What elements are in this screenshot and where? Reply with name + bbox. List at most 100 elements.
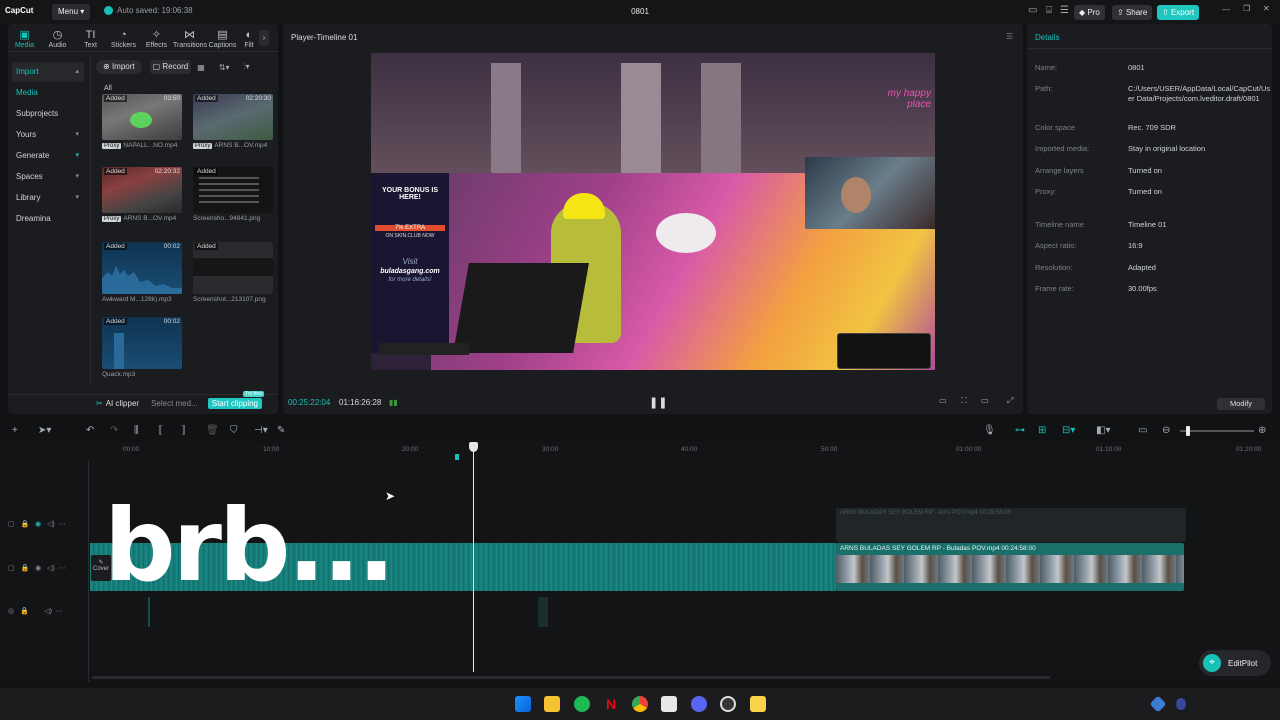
link-icon[interactable]: ⊶	[1015, 425, 1025, 436]
cursor-icon[interactable]: ➤▾	[38, 425, 51, 436]
cover-toggle-icon[interactable]: ▢	[8, 521, 15, 528]
netflix-icon[interactable]: N	[603, 696, 619, 712]
speaker-icon[interactable]: ◁)	[47, 521, 55, 528]
sort-icon[interactable]: ⇅▾	[219, 63, 230, 72]
main-clip[interactable]: ARNS BULADAS SEY GOLEM RP - Buladas POV.…	[836, 543, 1184, 591]
video-preview[interactable]: YOUR BONUS IS HERE! 7% EXTRA ON SKIN.CLU…	[371, 53, 935, 370]
obs-icon[interactable]	[720, 696, 736, 712]
split-right-icon[interactable]: ⟧	[181, 425, 186, 436]
split-left-icon[interactable]: ⟦	[158, 425, 163, 436]
sidebar-item-library[interactable]: Library ▾	[12, 188, 84, 208]
zoom-slider-handle[interactable]	[1186, 426, 1190, 436]
spotify-icon[interactable]	[574, 696, 590, 712]
delete-icon[interactable]: 🗑	[206, 425, 219, 436]
magic-icon[interactable]: ✎	[277, 425, 285, 436]
menu-icon[interactable]: ☰	[1006, 32, 1013, 41]
filter-icon[interactable]: ⫶▾	[243, 62, 249, 72]
lock-icon[interactable]: 🔒	[20, 608, 29, 615]
snap-icon[interactable]: ⊞	[1038, 425, 1046, 436]
tray-shield-icon[interactable]	[1176, 698, 1186, 710]
minimize-icon[interactable]: —	[1222, 5, 1230, 14]
chrome-icon[interactable]	[632, 696, 648, 712]
tab-media[interactable]: ▣ Media	[8, 27, 41, 49]
ratio-icon[interactable]: ▭	[981, 396, 989, 405]
ai-clipper-label[interactable]: AI clipper	[106, 399, 139, 408]
speaker-icon[interactable]: ◁)	[44, 608, 52, 615]
layout-icon[interactable]: ◧▾	[1096, 425, 1110, 436]
tab-transitions[interactable]: ⋈ Transitions	[173, 27, 207, 49]
tab-text[interactable]: TI Text	[74, 27, 107, 49]
shortcut-icon[interactable]: ⌸	[1046, 5, 1052, 16]
tab-stickers[interactable]: ◔ Stickers	[107, 27, 140, 49]
audio-clip[interactable]	[538, 597, 548, 627]
share-button[interactable]: ⇪ Share	[1112, 5, 1153, 20]
close-icon[interactable]: ✕	[1263, 4, 1270, 13]
chevron-right-icon[interactable]: ›	[259, 29, 269, 46]
start-clipping-button[interactable]: Start clipping Try free	[207, 391, 264, 409]
playhead[interactable]	[469, 442, 478, 672]
media-item[interactable]: Added 00:02 Awkward M...128k).mp3	[102, 242, 182, 303]
sidebar-item-spaces[interactable]: Spaces ▾	[12, 167, 84, 187]
eye-icon[interactable]: ◉	[35, 565, 41, 572]
sticky-notes-icon[interactable]	[750, 696, 766, 712]
redo-icon[interactable]: ↷	[110, 425, 118, 436]
windows-start-icon[interactable]	[515, 696, 531, 712]
sidebar-item-generate[interactable]: Generate ▾	[12, 146, 84, 166]
media-item[interactable]: Added 02:20:32 Proxy ARNS B...OV.mp4	[102, 167, 182, 225]
import-button[interactable]: ⊕ Import	[96, 60, 142, 74]
zoom-out-icon[interactable]: ⊖	[1162, 425, 1170, 436]
zoom-slider[interactable]	[1180, 426, 1254, 436]
more-icon[interactable]: ⋯	[59, 521, 66, 528]
grid-view-icon[interactable]: ▦	[197, 63, 205, 72]
layout-icon[interactable]: ▭	[1028, 5, 1037, 16]
speaker-icon[interactable]: ◁)	[47, 565, 55, 572]
time-ruler[interactable]: 00:00 10:00 20:00 30:00 40:00 50:00 01:0…	[90, 442, 1280, 458]
tray-app-icon[interactable]	[1149, 695, 1167, 713]
quality-icon[interactable]: ▭	[939, 396, 947, 405]
split-icon[interactable]: ⫼	[134, 425, 139, 436]
pause-icon[interactable]: ❚❚	[649, 396, 667, 409]
export-button[interactable]: ⇧ Export	[1157, 5, 1200, 20]
marker-icon[interactable]	[455, 454, 459, 460]
crop-icon[interactable]: ⛶	[961, 396, 967, 406]
sidebar-item-dreamina[interactable]: Dreamina	[12, 209, 84, 229]
list-icon[interactable]: ☰	[1060, 5, 1069, 16]
lock-icon[interactable]: 🔒	[20, 521, 29, 528]
menu-button[interactable]: Menu ▾	[52, 4, 91, 20]
zoom-in-icon[interactable]: ⊕	[1258, 425, 1266, 436]
media-item[interactable]: Added 03:50 Proxy NAPALL...NO.mp4	[102, 94, 182, 152]
capcut-icon[interactable]	[661, 696, 677, 712]
tab-effects[interactable]: ✧ Effects	[140, 27, 173, 49]
add-icon[interactable]: +	[12, 425, 18, 436]
more-icon[interactable]: ⋯	[59, 565, 66, 572]
overlay-clip[interactable]: ARNS BULADAS SEY GOLEM RP - Arns POV.mp4…	[836, 508, 1186, 542]
microphone-icon[interactable]: 🎙	[983, 425, 996, 436]
media-item[interactable]: Added Screenshot...213107.png	[193, 242, 273, 303]
fullscreen-icon[interactable]: ⤢	[1007, 396, 1013, 406]
eye-icon[interactable]: ◉	[35, 521, 41, 528]
maximize-icon[interactable]: ❐	[1243, 4, 1250, 13]
editpilot-button[interactable]: ⌖ EditPilot	[1199, 650, 1271, 676]
caption-icon[interactable]: ▭	[1138, 425, 1147, 436]
tab-filters[interactable]: ◐ Filt	[239, 27, 259, 49]
modify-button[interactable]: Modify	[1217, 398, 1265, 410]
lock-icon[interactable]: 🔒	[20, 565, 29, 572]
sidebar-item-media[interactable]: Media	[12, 83, 84, 103]
media-item[interactable]: Added 00:02 Quack.mp3	[102, 317, 182, 378]
undo-icon[interactable]: ↶	[86, 425, 94, 436]
tab-captions[interactable]: ▤ Captions	[206, 27, 239, 49]
discord-icon[interactable]	[691, 696, 707, 712]
sidebar-item-yours[interactable]: Yours ▾	[12, 125, 84, 145]
tab-audio[interactable]: ◷ Audio	[41, 27, 74, 49]
sidebar-item-import[interactable]: Import ▴	[12, 62, 84, 82]
file-explorer-icon[interactable]	[544, 696, 560, 712]
shield-icon[interactable]: ⛉	[230, 425, 238, 436]
pro-button[interactable]: ◆ Pro	[1074, 5, 1105, 20]
filter-all[interactable]: All	[104, 85, 112, 92]
media-item[interactable]: Added 02:20:30 Proxy ARNS B...OV.mp4	[193, 94, 273, 152]
media-item[interactable]: Added Screensho...94841.png	[193, 167, 273, 225]
more-icon[interactable]: ⋯	[56, 608, 63, 615]
horizontal-scrollbar[interactable]	[92, 676, 1050, 679]
sidebar-item-subprojects[interactable]: Subprojects	[12, 104, 84, 124]
cover-toggle-icon[interactable]: ▢	[8, 565, 15, 572]
